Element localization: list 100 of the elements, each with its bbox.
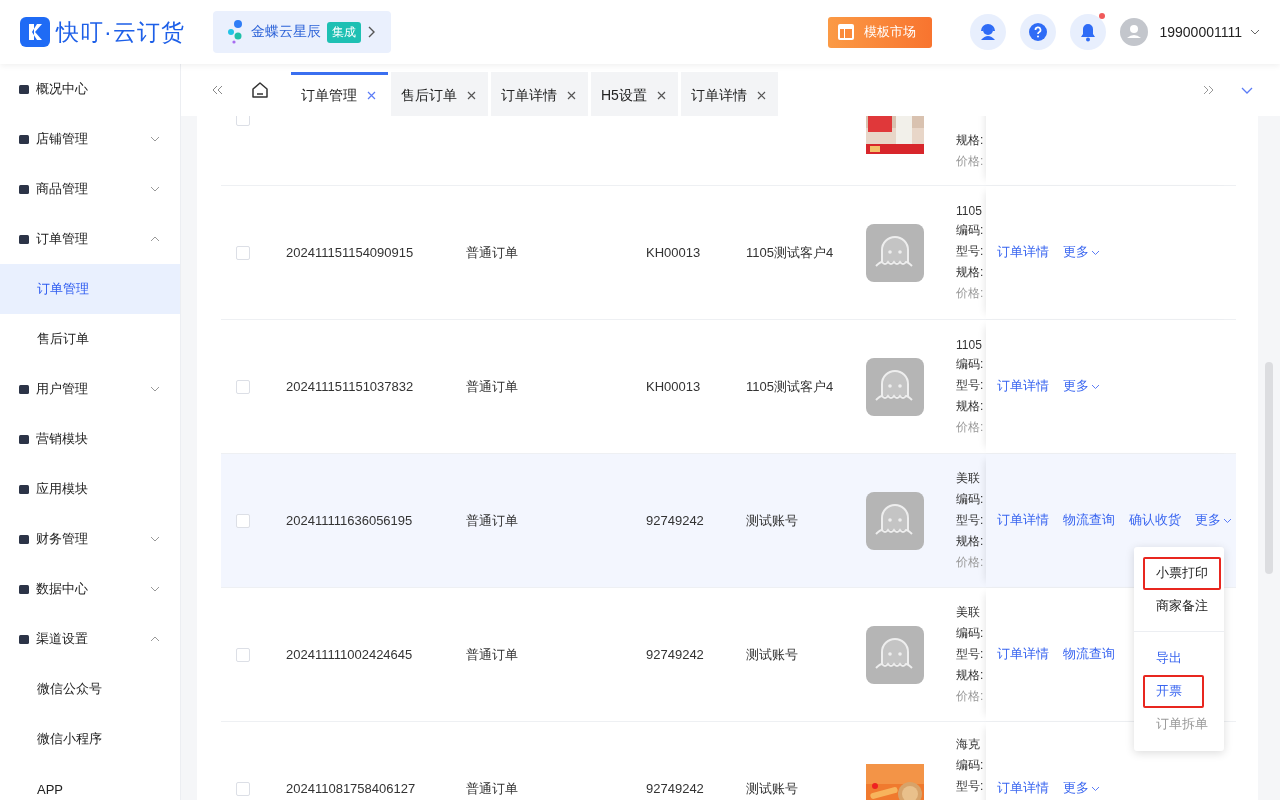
product-info: 型号: [956, 242, 985, 260]
order-type: 普通订单 [466, 780, 518, 796]
chevron-down-icon[interactable] [1250, 29, 1260, 35]
chevron-right-icon [366, 26, 375, 38]
tab[interactable]: 售后订单 [391, 72, 488, 116]
chevron-down-icon [1091, 383, 1100, 390]
placeholder-octopus-icon [866, 223, 924, 282]
action-link[interactable]: 物流查询 [1063, 646, 1115, 663]
order-number: 202411111636056195 [286, 513, 413, 528]
order-type: 普通订单 [466, 646, 518, 662]
product-info: 价格: [956, 284, 985, 302]
order-number: 202411111002424645 [286, 647, 413, 662]
menu-icon [18, 583, 30, 595]
row-checkbox[interactable] [236, 379, 250, 394]
close-icon[interactable] [656, 91, 666, 100]
customer-name: 测试账号 [746, 646, 798, 662]
sidebar-item[interactable]: 渠道设置 [0, 614, 180, 664]
bell-icon [1079, 22, 1098, 42]
chevron-down-icon [1091, 249, 1100, 256]
sidebar-item[interactable]: 商品管理 [0, 164, 180, 214]
product-info: 价格: [956, 554, 985, 571]
home-icon[interactable] [251, 81, 269, 99]
close-icon[interactable] [367, 91, 376, 100]
row-checkbox[interactable] [236, 647, 250, 662]
menu-item[interactable]: 商家备注 [1143, 590, 1221, 623]
menu-item[interactable]: 开票 [1143, 675, 1204, 708]
sidebar-subitem[interactable]: 订单管理 [0, 264, 180, 314]
menu-item[interactable]: 导出 [1143, 642, 1221, 675]
product-info: 美联 [956, 604, 981, 621]
product-info: 规格: [956, 397, 985, 415]
menu-icon [18, 83, 30, 95]
row-checkbox[interactable] [236, 245, 250, 260]
action-link[interactable]: 订单详情 [997, 378, 1049, 395]
chevron-down-icon[interactable] [1241, 86, 1253, 94]
action-link[interactable]: 订单详情 [997, 780, 1049, 797]
integration-banner[interactable]: 金蝶云星辰 集成 [212, 11, 391, 53]
action-link[interactable]: 订单详情 [997, 646, 1049, 663]
product-info: 编码: [956, 221, 985, 239]
customer-service-button[interactable] [970, 14, 1007, 50]
sidebar-subitem[interactable]: 微信小程序 [0, 714, 180, 764]
menu-icon [18, 483, 30, 495]
action-link[interactable]: 订单详情 [997, 244, 1049, 261]
action-link[interactable]: 更多 [1195, 512, 1232, 529]
product-info: 编码: [956, 625, 985, 642]
product-info: 型号: [956, 778, 985, 795]
chevron-down-icon [1223, 517, 1232, 524]
action-link[interactable]: 确认收货 [1129, 512, 1181, 529]
product-info: 规格: [956, 533, 985, 550]
tab[interactable]: 订单详情 [491, 72, 588, 116]
sidebar-subitem[interactable]: 售后订单 [0, 314, 180, 364]
row-checkbox[interactable] [236, 513, 250, 528]
product-info: 价格: [956, 688, 985, 705]
order-type: 普通订单 [466, 512, 518, 528]
product-info: 型号: [956, 646, 985, 663]
sidebar-item[interactable]: 数据中心 [0, 564, 180, 614]
customer-name: 1105测试客户4 [746, 244, 834, 260]
product-info: 编码: [956, 757, 985, 774]
close-icon[interactable] [756, 91, 766, 100]
menu-item[interactable]: 小票打印 [1143, 557, 1221, 590]
customer-name: 测试账号 [746, 512, 798, 528]
sidebar-subitem[interactable]: APP [0, 764, 180, 800]
user-name[interactable]: 19900001111 [1159, 24, 1242, 40]
row-checkbox[interactable] [236, 116, 250, 126]
action-link[interactable]: 订单详情 [997, 512, 1049, 529]
sidebar-item[interactable]: 营销模块 [0, 414, 180, 464]
order-type: 普通订单 [466, 244, 518, 260]
action-link[interactable]: 更多 [1063, 244, 1100, 261]
product-info: 海克 [956, 736, 981, 753]
customer-code: KH00013 [646, 379, 701, 394]
product-info: 编码: [956, 355, 985, 373]
sidebar-item[interactable]: 概况中心 [0, 64, 180, 114]
help-button[interactable] [1020, 14, 1057, 50]
tab[interactable]: 订单详情 [680, 72, 778, 116]
placeholder-octopus-icon [866, 625, 924, 684]
row-checkbox[interactable] [236, 781, 250, 796]
integration-tag: 集成 [326, 21, 361, 43]
order-number: 202411081758406127 [286, 781, 416, 796]
product-info: 规格: [956, 263, 985, 281]
product-info: 编码: [956, 491, 985, 508]
customer-code: KH00013 [646, 245, 701, 260]
sidebar-subitem[interactable]: 微信公众号 [0, 664, 180, 714]
sidebar-item[interactable]: 应用模块 [0, 464, 180, 514]
notification-button[interactable] [1070, 14, 1107, 50]
scrollbar-thumb[interactable] [1265, 362, 1273, 574]
action-link[interactable]: 物流查询 [1063, 512, 1115, 529]
sidebar-item[interactable]: 订单管理 [0, 214, 180, 264]
sidebar-item[interactable]: 用户管理 [0, 364, 180, 414]
product-info: 型号: [956, 376, 985, 394]
scroll-right-icon[interactable] [1203, 85, 1215, 95]
help-icon [1028, 22, 1049, 42]
dots-icon [226, 19, 245, 45]
collapse-left-icon[interactable] [211, 85, 223, 95]
sidebar-item[interactable]: 财务管理 [0, 514, 180, 564]
action-link[interactable]: 更多 [1063, 378, 1100, 395]
sidebar-item[interactable]: 店铺管理 [0, 114, 180, 164]
product-info: 美联 [956, 470, 981, 487]
action-link[interactable]: 更多 [1063, 780, 1100, 797]
tab[interactable]: H5设置 [591, 72, 678, 116]
close-icon[interactable] [467, 91, 476, 100]
close-icon[interactable] [567, 91, 576, 100]
